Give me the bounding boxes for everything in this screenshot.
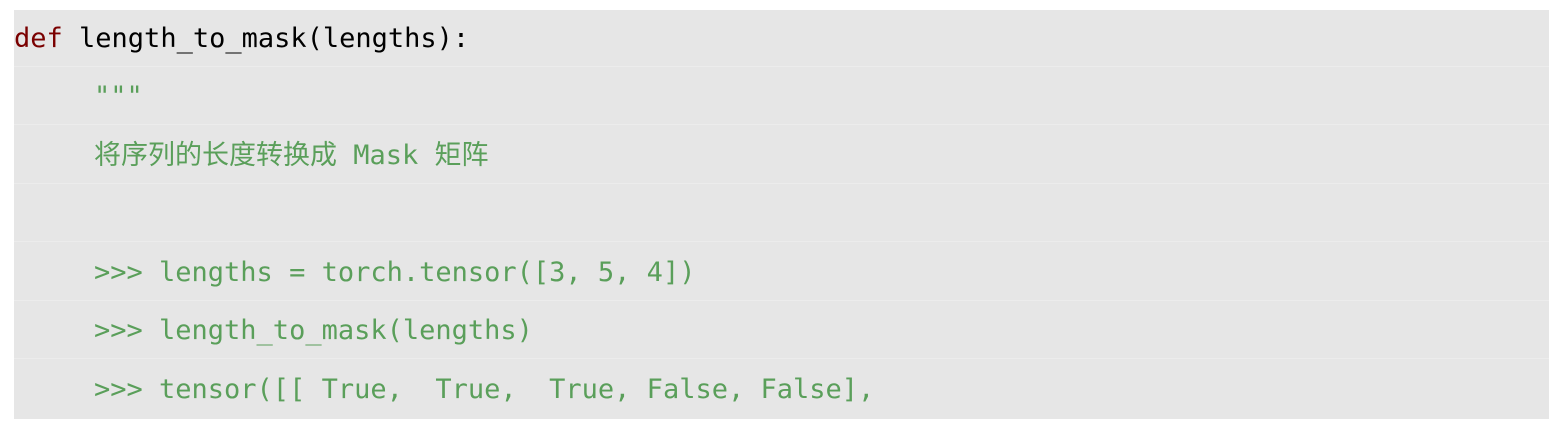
- code-line-7: >>> tensor([[ True, True, True, False, F…: [14, 361, 1549, 418]
- code-line-6: >>> length_to_mask(lengths): [14, 302, 1549, 359]
- code-line-3: 将序列的长度转换成 Mask 矩阵: [14, 127, 1549, 184]
- code-line-1: def length_to_mask(lengths):: [14, 10, 1549, 67]
- function-signature: length_to_mask(lengths):: [62, 23, 470, 54]
- code-line-5: >>> lengths = torch.tensor([3, 5, 4]): [14, 244, 1549, 301]
- docstring-open-quotes: """: [94, 81, 143, 112]
- docstring-example-1: >>> lengths = torch.tensor([3, 5, 4]): [94, 257, 696, 288]
- code-block: def length_to_mask(lengths): """ 将序列的长度转…: [14, 10, 1549, 419]
- code-line-4: [14, 185, 1549, 242]
- code-line-2: """: [14, 68, 1549, 125]
- docstring-description: 将序列的长度转换成 Mask 矩阵: [94, 140, 489, 171]
- def-keyword: def: [14, 23, 63, 54]
- docstring-example-2: >>> length_to_mask(lengths): [94, 315, 533, 346]
- docstring-example-3: >>> tensor([[ True, True, True, False, F…: [94, 374, 875, 405]
